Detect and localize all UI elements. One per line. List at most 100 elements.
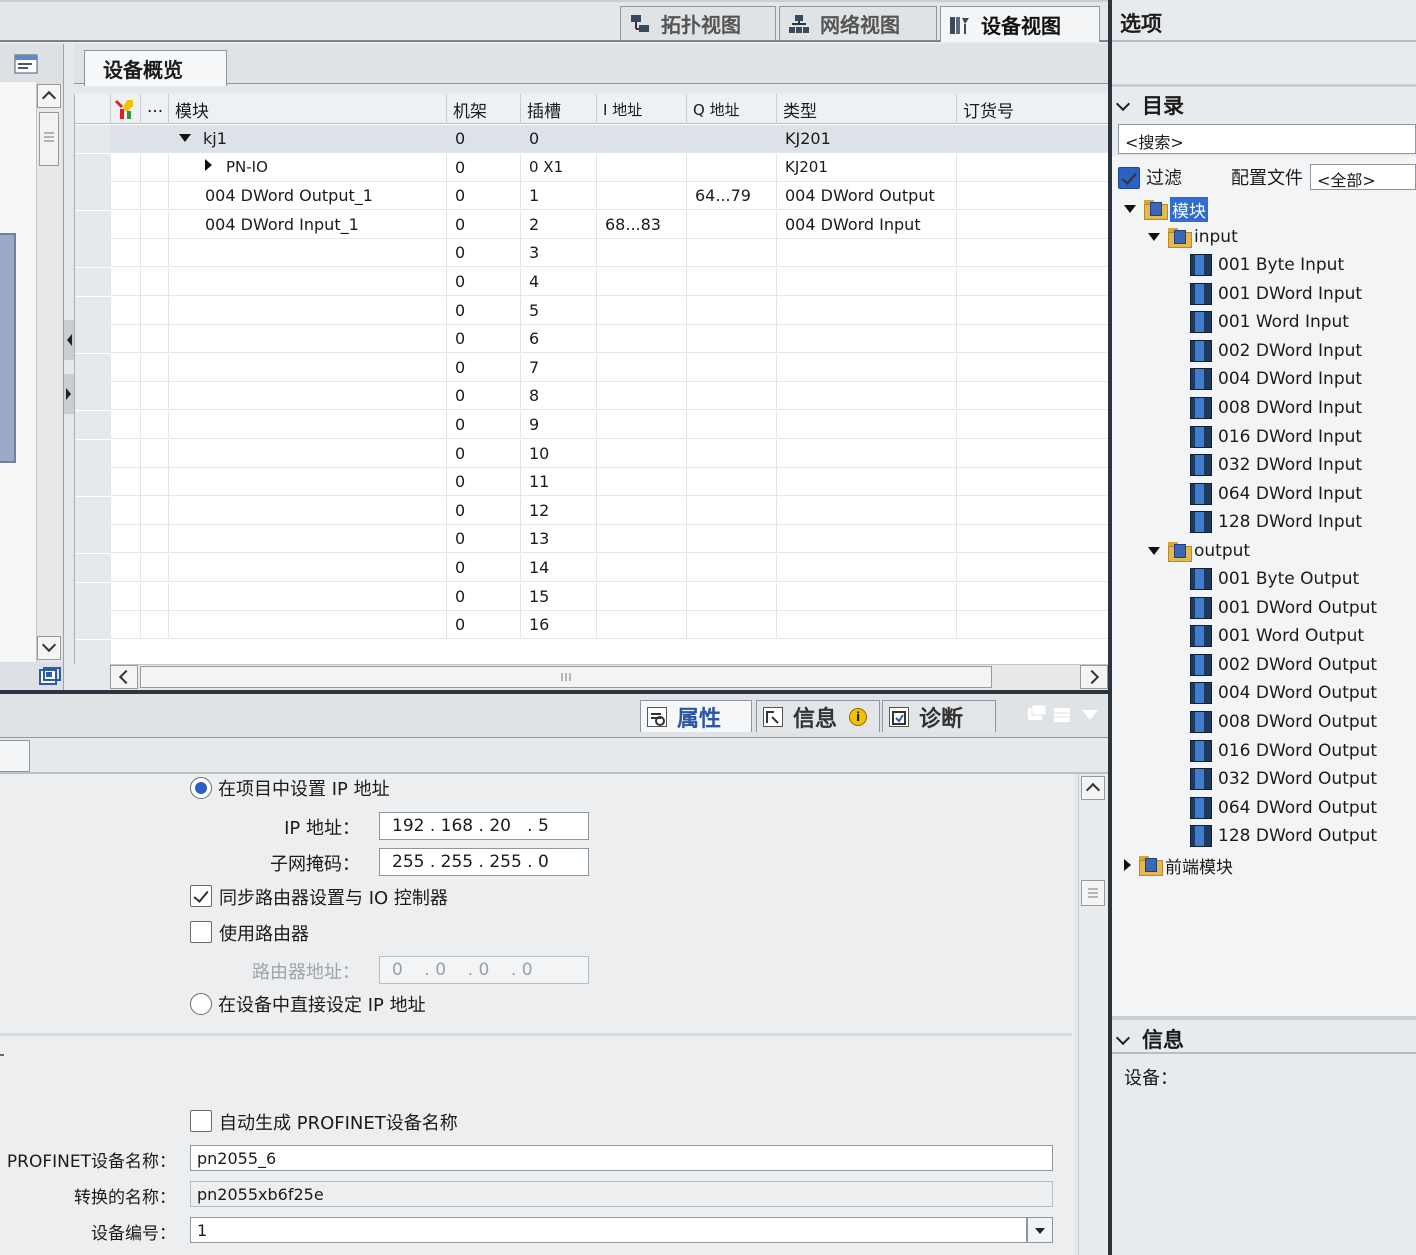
header-slot[interactable]: 插槽: [521, 94, 597, 124]
expand-down-icon[interactable]: [1148, 547, 1160, 555]
tree-item-input[interactable]: 064 DWord Input: [1190, 480, 1362, 508]
auto-name-checkbox[interactable]: [190, 1110, 212, 1132]
tree-item-output[interactable]: 008 DWord Output: [1190, 708, 1377, 736]
device-number-dropdown[interactable]: [1027, 1217, 1053, 1243]
scroll-up-button[interactable]: [37, 84, 61, 108]
tree-item-input[interactable]: 032 DWord Input: [1190, 451, 1362, 479]
project-ip-radio[interactable]: [190, 777, 212, 799]
table-row[interactable]: 06: [75, 325, 1108, 354]
tree-item-output[interactable]: 001 DWord Output: [1190, 594, 1377, 622]
table-row[interactable]: 0 11: [75, 468, 1108, 497]
tree-item-output[interactable]: 001 Byte Output: [1190, 565, 1359, 593]
collapse-left-handle[interactable]: [64, 320, 74, 360]
header-wrench-icon[interactable]: [111, 94, 141, 124]
tree-item-output[interactable]: 002 DWord Output: [1190, 651, 1377, 679]
overview-navigator-icon[interactable]: [38, 666, 62, 688]
catalog-search-input[interactable]: <搜索>: [1118, 124, 1416, 154]
properties-scrollbar[interactable]: [1078, 774, 1108, 1255]
tree-node-output[interactable]: output: [1148, 537, 1250, 565]
header-order-number[interactable]: 订货号: [957, 94, 1108, 124]
tree-item-output[interactable]: 001 Word Output: [1190, 622, 1364, 650]
table-row[interactable]: 004 DWord Input_1 0 2 68...83 004 DWord Inpu…: [75, 210, 1108, 239]
header-q-address[interactable]: Q 地址: [687, 94, 777, 124]
tab-device-view[interactable]: 设备视图: [940, 6, 1100, 42]
tree-item-input[interactable]: 004 DWord Input: [1190, 365, 1362, 393]
table-row[interactable]: 04: [75, 268, 1108, 296]
tab-info[interactable]: 信息 i: [756, 700, 880, 732]
cell-empty: [111, 125, 141, 153]
tree-item-output[interactable]: 004 DWord Output: [1190, 679, 1377, 707]
tab-diagnostics[interactable]: 诊断: [882, 700, 996, 732]
catalog-header[interactable]: 目录: [1112, 88, 1416, 120]
subnet-mask-input[interactable]: 255 . 255 . 255 . 0: [379, 848, 589, 876]
scroll-down-button[interactable]: [37, 636, 61, 660]
tree-item-output[interactable]: 128 DWord Output: [1190, 822, 1377, 850]
props-scroll-up-button[interactable]: [1081, 776, 1105, 800]
sync-router-checkbox[interactable]: [190, 885, 212, 907]
table-row[interactable]: 05: [75, 296, 1108, 325]
expand-down-icon[interactable]: [1124, 205, 1136, 213]
profile-select[interactable]: <全部>: [1310, 164, 1416, 190]
table-row[interactable]: 0 14: [75, 554, 1108, 582]
table-row[interactable]: 0 13: [75, 525, 1108, 554]
info-header[interactable]: 信息: [1112, 1022, 1416, 1054]
expand-right-icon[interactable]: [1124, 859, 1131, 871]
tree-item-input[interactable]: 001 Byte Input: [1190, 251, 1344, 279]
header-module[interactable]: 模块: [169, 94, 447, 124]
device-rack-graphic[interactable]: [0, 233, 16, 463]
properties-subtab[interactable]: [0, 740, 30, 772]
header-rack[interactable]: 机架: [447, 94, 521, 124]
tree-item-input[interactable]: 002 DWord Input: [1190, 337, 1362, 365]
table-row[interactable]: 0 16: [75, 611, 1108, 640]
tree-item-input[interactable]: 128 DWord Input: [1190, 508, 1362, 536]
table-row[interactable]: 08: [75, 382, 1108, 411]
table-row[interactable]: 03: [75, 239, 1108, 268]
table-row[interactable]: 07: [75, 353, 1108, 382]
tab-device-overview[interactable]: 设备概览: [84, 50, 227, 86]
window-controls[interactable]: [1026, 704, 1102, 726]
tab-network-view[interactable]: 网络视图: [779, 6, 937, 40]
tree-item-input[interactable]: 016 DWord Input: [1190, 423, 1362, 451]
table-row[interactable]: 0 10: [75, 439, 1108, 468]
cell-type: [777, 239, 957, 268]
tree-node-modules[interactable]: 模块: [1124, 195, 1208, 223]
use-router-checkbox[interactable]: [190, 921, 212, 943]
props-scroll-thumb[interactable]: [1081, 880, 1105, 906]
tree-item-output[interactable]: 016 DWord Output: [1190, 737, 1377, 765]
layout-icon[interactable]: [14, 54, 40, 76]
scroll-right-button[interactable]: [1080, 665, 1108, 689]
profinet-name-input[interactable]: pn2055_6: [190, 1145, 1053, 1171]
header-type[interactable]: 类型: [777, 94, 957, 124]
tab-properties[interactable]: 属性: [640, 700, 752, 732]
table-row[interactable]: 004 DWord Output_1 0 1 64...79 004 DWord Out…: [75, 182, 1108, 211]
expand-down-icon[interactable]: [179, 134, 191, 142]
tree-item-input[interactable]: 008 DWord Input: [1190, 394, 1362, 422]
tree-item-output[interactable]: 064 DWord Output: [1190, 794, 1377, 822]
expand-right-handle[interactable]: [64, 374, 74, 414]
horizontal-scroll-thumb[interactable]: [140, 666, 992, 688]
filter-checkbox[interactable]: [1118, 167, 1140, 189]
scroll-thumb[interactable]: [39, 112, 59, 166]
table-row[interactable]: 09: [75, 411, 1108, 439]
table-row-empty[interactable]: [75, 639, 1108, 664]
table-vertical-scrollbar[interactable]: [36, 84, 62, 662]
expand-right-icon[interactable]: [205, 158, 212, 171]
device-number-input[interactable]: 1: [190, 1217, 1027, 1243]
header-more[interactable]: ...: [141, 94, 169, 124]
table-row[interactable]: 0 15: [75, 582, 1108, 611]
table-row[interactable]: kj1 0 0 KJ201: [75, 125, 1108, 153]
table-row[interactable]: PN-IO 0 0 X1 KJ201: [75, 153, 1108, 182]
device-ip-radio[interactable]: [190, 993, 212, 1015]
tab-topology-view[interactable]: 拓扑视图: [620, 6, 776, 40]
tree-item-input[interactable]: 001 DWord Input: [1190, 280, 1362, 308]
tree-item-input[interactable]: 001 Word Input: [1190, 308, 1349, 336]
ip-address-input[interactable]: 192 . 168 . 20 . 5: [379, 812, 589, 840]
expand-down-icon[interactable]: [1148, 233, 1160, 241]
cell-text: 15: [529, 586, 550, 606]
table-row[interactable]: 0 12: [75, 496, 1108, 525]
header-i-address[interactable]: I 地址: [597, 94, 687, 124]
tree-node-input[interactable]: input: [1148, 223, 1238, 251]
tree-node-frontend[interactable]: 前端模块: [1124, 851, 1233, 879]
scroll-left-button[interactable]: [110, 665, 138, 689]
tree-item-output[interactable]: 032 DWord Output: [1190, 765, 1377, 793]
